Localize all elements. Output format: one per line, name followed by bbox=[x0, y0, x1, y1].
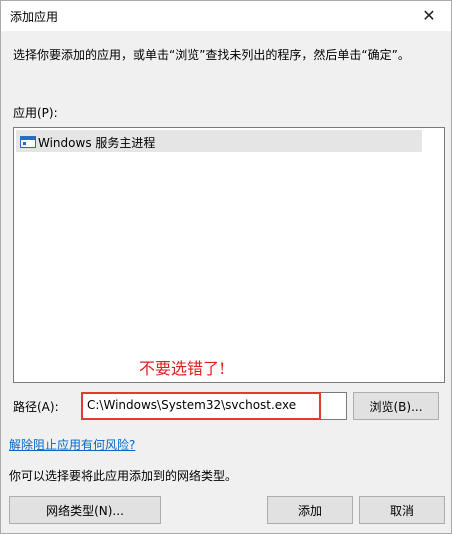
path-input[interactable] bbox=[82, 393, 345, 417]
cancel-button[interactable]: 取消 bbox=[359, 496, 445, 524]
path-field-box bbox=[81, 392, 347, 420]
app-window-icon bbox=[20, 136, 36, 148]
close-icon[interactable]: ✕ bbox=[407, 1, 451, 31]
list-item-label: Windows 服务主进程 bbox=[38, 136, 156, 150]
network-type-button[interactable]: 网络类型(N)... bbox=[9, 496, 161, 524]
warning-annotation: 不要选错了! bbox=[139, 359, 226, 378]
network-type-description: 你可以选择要将此应用添加到的网络类型。 bbox=[9, 469, 238, 483]
apps-listbox[interactable]: Windows 服务主进程 bbox=[13, 127, 445, 383]
path-label: 路径(A): bbox=[13, 400, 59, 414]
add-app-dialog: 添加应用 ✕ 选择你要添加的应用，或单击“浏览”查找未列出的程序，然后单击“确定… bbox=[0, 0, 452, 534]
add-button[interactable]: 添加 bbox=[267, 496, 353, 524]
list-item[interactable]: Windows 服务主进程 bbox=[16, 130, 422, 152]
risk-help-link[interactable]: 解除阻止应用有何风险? bbox=[9, 436, 135, 453]
apps-label: 应用(P): bbox=[13, 106, 58, 120]
browse-button[interactable]: 浏览(B)... bbox=[353, 392, 439, 420]
dialog-title: 添加应用 bbox=[10, 10, 59, 24]
title-bar: 添加应用 ✕ bbox=[1, 1, 451, 31]
instruction-text: 选择你要添加的应用，或单击“浏览”查找未列出的程序，然后单击“确定”。 bbox=[13, 48, 410, 62]
